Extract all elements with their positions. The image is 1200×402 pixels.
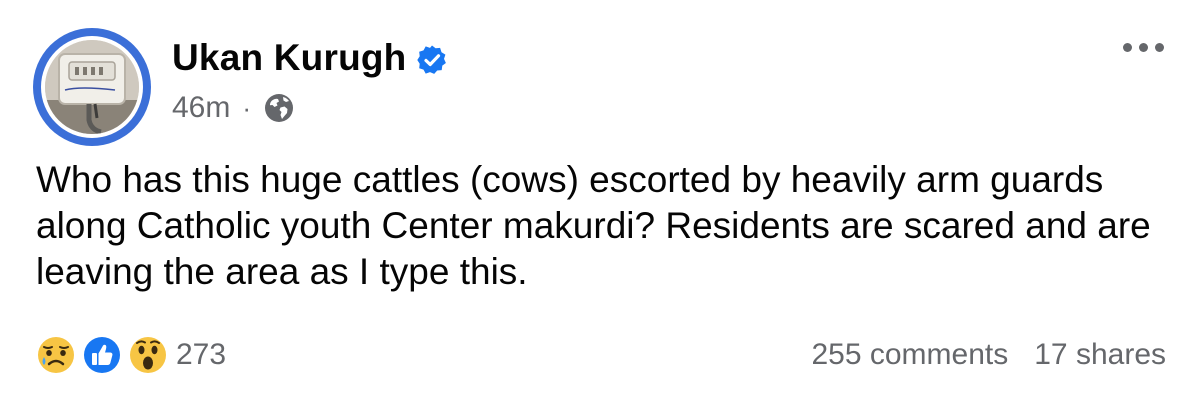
like-reaction-icon	[81, 334, 123, 376]
more-dot	[1138, 42, 1148, 52]
post-text: Who has this huge cattles (cows) escorte…	[36, 159, 1151, 292]
reaction-icons	[34, 333, 174, 377]
engagement-stats: 255 comments 17 shares	[811, 333, 1166, 377]
sad-reaction-icon	[35, 334, 77, 376]
avatar-photo-icon	[45, 40, 139, 134]
globe-icon[interactable]	[263, 92, 295, 124]
verified-badge-icon	[416, 44, 448, 76]
author-name[interactable]: Ukan Kurugh	[172, 36, 406, 80]
more-dot	[1122, 42, 1132, 52]
post-header: Ukan Kurugh	[172, 36, 448, 80]
more-options-button[interactable]	[1112, 32, 1174, 62]
shares-count-link[interactable]: 17 shares	[1034, 333, 1166, 377]
post-timestamp[interactable]: 46m	[172, 88, 230, 128]
reactions-summary[interactable]: 273	[34, 333, 226, 377]
more-dot	[1154, 42, 1164, 52]
facebook-post: Ukan Kurugh 46m · Who has this huge catt…	[0, 0, 1200, 402]
avatar[interactable]	[33, 28, 151, 146]
meta-separator: ·	[242, 93, 252, 123]
comments-count-link[interactable]: 255 comments	[811, 333, 1008, 377]
avatar-image	[45, 40, 139, 134]
post-meta: 46m ·	[172, 88, 295, 128]
wow-reaction-icon	[127, 334, 169, 376]
reaction-count: 273	[176, 338, 227, 371]
